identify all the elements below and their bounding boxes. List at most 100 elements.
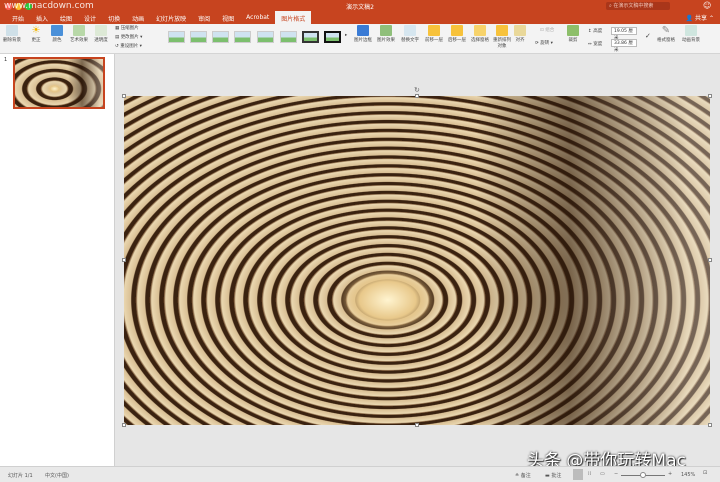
artistic-icon [73,25,85,36]
label: 高度 [593,29,603,34]
tab-design[interactable]: 设计 [78,11,102,24]
animation-bg-icon [685,25,697,36]
zoom-in-button[interactable]: + [668,471,672,477]
transparency-icon [95,25,107,36]
width-input[interactable]: 33.86 厘米 [611,39,637,53]
label: 删除背景 [3,38,21,43]
fit-to-window-icon[interactable]: ⊡ [703,470,707,476]
slide-sorter-icon[interactable]: ⁞⁞ [588,471,591,477]
picture-style-1[interactable] [168,31,185,43]
zoom-slider-thumb[interactable] [640,472,646,478]
resize-handle[interactable] [708,258,712,262]
slide-thumbnail-pane: 1 [0,54,115,466]
tab-draw[interactable]: 绘图 [54,11,78,24]
comments-button[interactable]: ▬ 批注 [545,472,561,479]
label: 宽度 [593,42,603,47]
resize-handle[interactable] [122,94,126,98]
selection-pane-button[interactable]: 选择窗格 [469,25,491,43]
artistic-effects-button[interactable]: 艺术效果 [68,25,90,43]
tab-insert[interactable]: 插入 [30,11,54,24]
animation-background-button[interactable]: 动画背景 [680,25,702,43]
notes-button[interactable]: ≙ 备注 [515,472,531,479]
remove-background-button[interactable]: 删除背景 [1,25,23,43]
slide-thumbnail[interactable] [13,57,105,109]
format-pane-button[interactable]: ✎ 格式窗格 [655,25,677,43]
resize-handle[interactable] [708,94,712,98]
picture-effects-button[interactable]: 图片效果 [375,25,397,43]
lock-aspect-icon[interactable]: ✓ [645,32,651,40]
resize-handle[interactable] [415,423,419,427]
label: 图片边框 [354,38,372,43]
label: 后移一层 [448,38,466,43]
color-button[interactable]: 颜色 [46,25,68,43]
search-placeholder: 在演示文稿中搜索 [613,3,654,9]
label: 更正 [31,38,41,43]
slide-canvas[interactable] [124,96,710,425]
transparency-button[interactable]: 透明度 [90,25,112,43]
label: 批注 [551,473,562,479]
zoom-level[interactable]: 145% [681,472,695,478]
resize-handle[interactable] [708,423,712,427]
label: 艺术效果 [70,38,88,43]
language[interactable]: 中文(中国) [45,472,69,479]
reading-view-icon[interactable]: ▭ [600,471,605,477]
bring-forward-button[interactable]: 前移一层 [423,25,445,43]
group-button[interactable]: ⊡ 组合 [540,27,554,33]
resize-handle[interactable] [122,258,126,262]
tab-picture-format[interactable]: 图片格式 [275,11,312,24]
tab-home[interactable]: 开始 [6,11,30,24]
sun-icon: ☀ [31,25,41,36]
picture-style-2[interactable] [190,31,207,43]
slide-number: 1 [4,57,8,63]
tab-view[interactable]: 视图 [216,11,240,24]
reorder-icon [496,25,508,36]
tab-acrobat[interactable]: Acrobat [240,11,275,24]
resize-handle[interactable] [415,94,419,98]
label: 格式窗格 [657,38,675,43]
label: 透明度 [94,38,108,43]
compress-pictures-button[interactable]: ▦ 压缩图片 [115,25,139,31]
corrections-button[interactable]: ☀ 更正 [25,25,47,43]
align-icon [514,25,526,36]
feedback-smiley-icon[interactable]: ☺ [703,1,711,10]
label: 动画背景 [682,38,700,43]
normal-view-icon[interactable] [573,469,583,480]
reset-picture-button[interactable]: ↺ 重设图片 ▾ [115,43,142,49]
picture-style-7[interactable] [302,31,319,43]
tab-review[interactable]: 审阅 [192,11,216,24]
color-icon [51,25,63,36]
title-bar: www.macdown.com 演示文稿2 ⌕ 在演示文稿中搜索 ☺ 开始 插入… [0,0,720,24]
alt-text-icon [404,25,416,36]
label: 裁剪 [568,38,578,43]
zoom-out-button[interactable]: − [614,471,618,477]
resize-handle[interactable] [122,423,126,427]
crop-button[interactable]: 裁剪 [562,25,584,43]
picture-style-3[interactable] [212,31,229,43]
picture-style-5[interactable] [257,31,274,43]
tab-animations[interactable]: 动画 [126,11,150,24]
picture-style-8[interactable] [324,31,341,43]
rotate-button[interactable]: ⟳ 旋转 ▾ [535,40,553,46]
tab-slideshow[interactable]: 幻灯片放映 [150,11,192,24]
staircase-photo[interactable] [124,96,710,425]
rotate-handle-icon[interactable]: ↻ [414,86,420,94]
share-icon: 👤 [685,15,694,22]
height-input[interactable]: 19.05 厘米 [611,27,637,41]
slide-counter: 幻灯片 1/1 [8,473,33,479]
label: 颜色 [52,38,62,43]
label: 备注 [520,473,531,479]
remove-background-icon [6,25,18,36]
share-button[interactable]: 👤 共享 ⌃ [686,13,714,22]
send-backward-button[interactable]: 后移一层 [446,25,468,43]
label: 选择窗格 [471,38,489,43]
tab-transitions[interactable]: 切换 [102,11,126,24]
search-input[interactable]: ⌕ 在演示文稿中搜索 [606,2,670,10]
picture-style-6[interactable] [280,31,297,43]
picture-border-button[interactable]: 图片边框 [352,25,374,43]
alt-text-button[interactable]: 替换文字 [399,25,421,43]
picture-style-4[interactable] [234,31,251,43]
align-button[interactable]: 对齐 [509,25,531,43]
change-picture-button[interactable]: ▤ 更改图片 ▾ [115,34,142,40]
status-bar: 幻灯片 1/1 中文(中国) ≙ 备注 ▬ 批注 ⁞⁞ ▭ − + 145% ⊡ [0,466,720,482]
styles-more-arrow-icon[interactable]: ▸ [345,33,347,38]
